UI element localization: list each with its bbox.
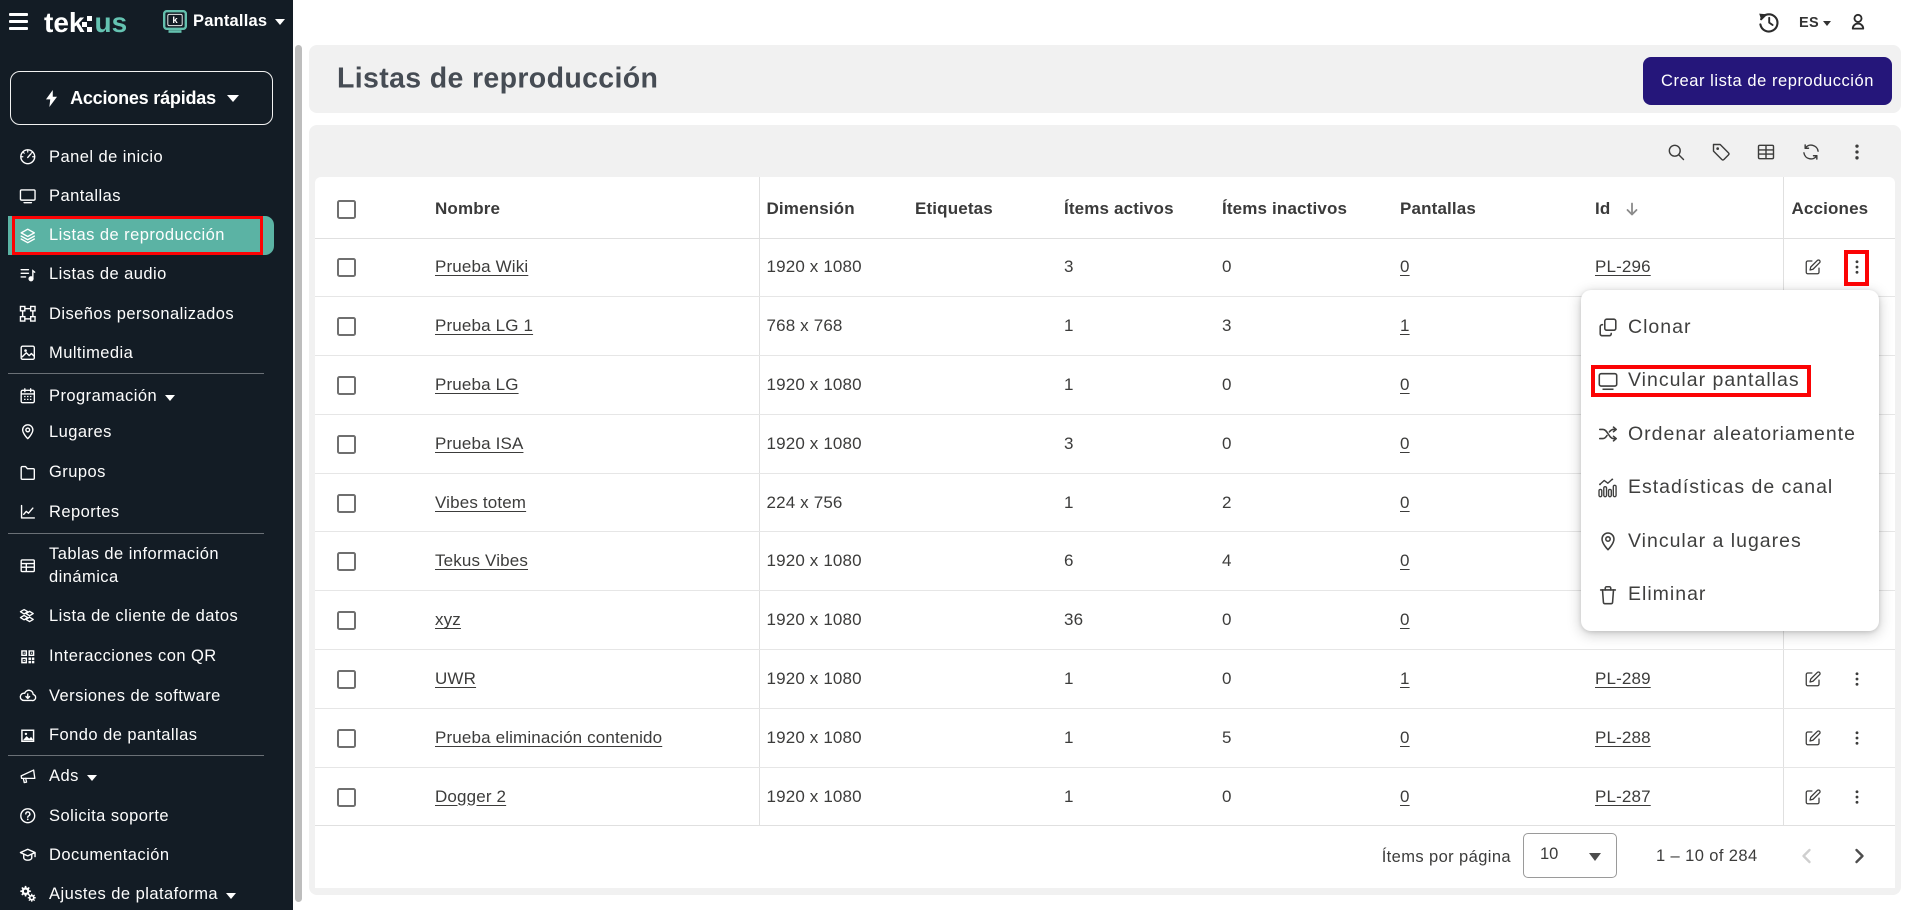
svg-text:k: k: [172, 15, 178, 26]
